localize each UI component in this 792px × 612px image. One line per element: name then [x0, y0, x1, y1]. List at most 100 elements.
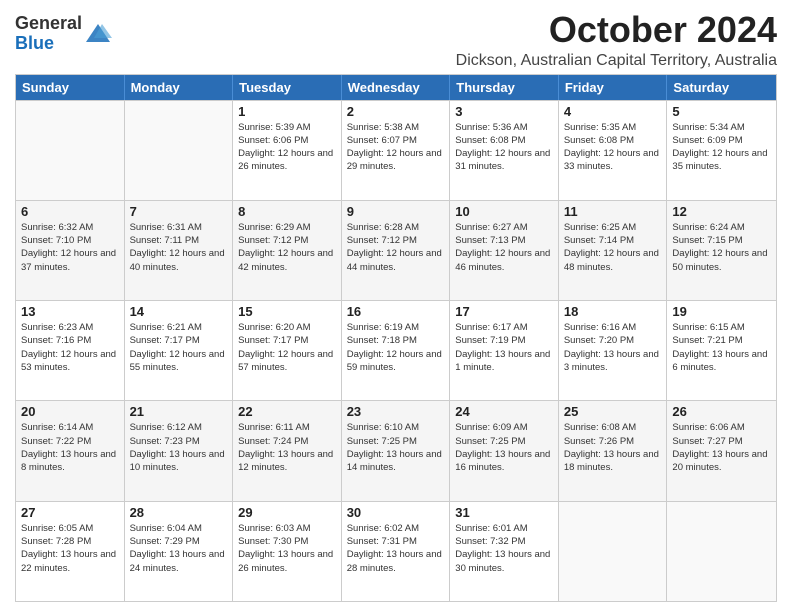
day-info: Sunrise: 6:04 AM Sunset: 7:29 PM Dayligh… — [130, 522, 228, 575]
day-info: Sunrise: 6:05 AM Sunset: 7:28 PM Dayligh… — [21, 522, 119, 575]
calendar-row-3: 20 Sunrise: 6:14 AM Sunset: 7:22 PM Dayli… — [16, 400, 776, 500]
day-info: Sunrise: 5:39 AM Sunset: 6:06 PM Dayligh… — [238, 121, 336, 174]
day-number: 22 — [238, 404, 336, 419]
header-monday: Monday — [125, 75, 234, 100]
day-cell-3: 3Sunrise: 5:36 AM Sunset: 6:08 PM Daylig… — [450, 101, 559, 200]
day-cell-30: 30 Sunrise: 6:02 AM Sunset: 7:31 PM Dayli… — [342, 502, 451, 601]
day-info: Sunrise: 6:14 AM Sunset: 7:22 PM Dayligh… — [21, 421, 119, 474]
day-info: Sunrise: 6:12 AM Sunset: 7:23 PM Dayligh… — [130, 421, 228, 474]
logo: General Blue — [15, 14, 112, 54]
day-info: Sunrise: 6:01 AM Sunset: 7:32 PM Dayligh… — [455, 522, 553, 575]
day-cell-19: 19 Sunrise: 6:15 AM Sunset: 7:21 PM Dayli… — [667, 301, 776, 400]
day-cell-21: 21Sunrise: 6:12 AM Sunset: 7:23 PM Dayli… — [125, 401, 234, 500]
day-cell-8: 8 Sunrise: 6:29 AM Sunset: 7:12 PM Daylig… — [233, 201, 342, 300]
day-number: 26 — [672, 404, 771, 419]
page: General Blue October 2024 Dickson, Austr… — [0, 0, 792, 612]
calendar-row-2: 13 Sunrise: 6:23 AM Sunset: 7:16 PM Dayli… — [16, 300, 776, 400]
day-number: 7 — [130, 204, 228, 219]
day-info: Sunrise: 6:02 AM Sunset: 7:31 PM Dayligh… — [347, 522, 445, 575]
day-number: 4 — [564, 104, 662, 119]
day-number: 25 — [564, 404, 662, 419]
day-info: Sunrise: 6:32 AM Sunset: 7:10 PM Dayligh… — [21, 221, 119, 274]
day-number: 3 — [455, 104, 553, 119]
day-cell-27: 27 Sunrise: 6:05 AM Sunset: 7:28 PM Dayli… — [16, 502, 125, 601]
day-cell-2: 2 Sunrise: 5:38 AM Sunset: 6:07 PM Daylig… — [342, 101, 451, 200]
day-number: 1 — [238, 104, 336, 119]
day-info: Sunrise: 6:19 AM Sunset: 7:18 PM Dayligh… — [347, 321, 445, 374]
day-info: Sunrise: 6:29 AM Sunset: 7:12 PM Dayligh… — [238, 221, 336, 274]
day-number: 19 — [672, 304, 771, 319]
day-cell-26: 26 Sunrise: 6:06 AM Sunset: 7:27 PM Dayli… — [667, 401, 776, 500]
day-cell-15: 15Sunrise: 6:20 AM Sunset: 7:17 PM Dayli… — [233, 301, 342, 400]
day-info: Sunrise: 6:31 AM Sunset: 7:11 PM Dayligh… — [130, 221, 228, 274]
header-saturday: Saturday — [667, 75, 776, 100]
day-info: Sunrise: 6:15 AM Sunset: 7:21 PM Dayligh… — [672, 321, 771, 374]
day-number: 24 — [455, 404, 553, 419]
day-cell-10: 10Sunrise: 6:27 AM Sunset: 7:13 PM Dayli… — [450, 201, 559, 300]
day-cell-1: 1 Sunrise: 5:39 AM Sunset: 6:06 PM Daylig… — [233, 101, 342, 200]
day-number: 2 — [347, 104, 445, 119]
day-info: Sunrise: 6:28 AM Sunset: 7:12 PM Dayligh… — [347, 221, 445, 274]
empty-cell — [559, 502, 668, 601]
day-cell-13: 13 Sunrise: 6:23 AM Sunset: 7:16 PM Dayli… — [16, 301, 125, 400]
day-number: 11 — [564, 204, 662, 219]
day-number: 5 — [672, 104, 771, 119]
header: General Blue October 2024 Dickson, Austr… — [15, 10, 777, 70]
day-info: Sunrise: 6:08 AM Sunset: 7:26 PM Dayligh… — [564, 421, 662, 474]
day-number: 28 — [130, 505, 228, 520]
day-number: 8 — [238, 204, 336, 219]
day-number: 23 — [347, 404, 445, 419]
day-info: Sunrise: 6:24 AM Sunset: 7:15 PM Dayligh… — [672, 221, 771, 274]
calendar-row-4: 27 Sunrise: 6:05 AM Sunset: 7:28 PM Dayli… — [16, 501, 776, 601]
empty-cell — [667, 502, 776, 601]
day-number: 17 — [455, 304, 553, 319]
day-info: Sunrise: 5:38 AM Sunset: 6:07 PM Dayligh… — [347, 121, 445, 174]
empty-cell — [16, 101, 125, 200]
day-cell-4: 4Sunrise: 5:35 AM Sunset: 6:08 PM Daylig… — [559, 101, 668, 200]
day-cell-12: 12Sunrise: 6:24 AM Sunset: 7:15 PM Dayli… — [667, 201, 776, 300]
day-info: Sunrise: 6:23 AM Sunset: 7:16 PM Dayligh… — [21, 321, 119, 374]
day-cell-9: 9Sunrise: 6:28 AM Sunset: 7:12 PM Daylig… — [342, 201, 451, 300]
day-number: 31 — [455, 505, 553, 520]
day-number: 18 — [564, 304, 662, 319]
day-number: 14 — [130, 304, 228, 319]
month-title: October 2024 — [456, 10, 777, 50]
day-cell-16: 16 Sunrise: 6:19 AM Sunset: 7:18 PM Dayli… — [342, 301, 451, 400]
day-cell-7: 7 Sunrise: 6:31 AM Sunset: 7:11 PM Daylig… — [125, 201, 234, 300]
day-info: Sunrise: 5:34 AM Sunset: 6:09 PM Dayligh… — [672, 121, 771, 174]
day-cell-31: 31 Sunrise: 6:01 AM Sunset: 7:32 PM Dayli… — [450, 502, 559, 601]
day-number: 16 — [347, 304, 445, 319]
day-info: Sunrise: 6:27 AM Sunset: 7:13 PM Dayligh… — [455, 221, 553, 274]
day-cell-18: 18Sunrise: 6:16 AM Sunset: 7:20 PM Dayli… — [559, 301, 668, 400]
day-info: Sunrise: 6:25 AM Sunset: 7:14 PM Dayligh… — [564, 221, 662, 274]
logo-text: General Blue — [15, 14, 82, 54]
location-title: Dickson, Australian Capital Territory, A… — [456, 52, 777, 70]
calendar-row-0: 1 Sunrise: 5:39 AM Sunset: 6:06 PM Daylig… — [16, 100, 776, 200]
day-info: Sunrise: 6:20 AM Sunset: 7:17 PM Dayligh… — [238, 321, 336, 374]
day-number: 27 — [21, 505, 119, 520]
logo-icon — [84, 20, 112, 48]
day-info: Sunrise: 6:10 AM Sunset: 7:25 PM Dayligh… — [347, 421, 445, 474]
day-info: Sunrise: 6:21 AM Sunset: 7:17 PM Dayligh… — [130, 321, 228, 374]
day-info: Sunrise: 6:11 AM Sunset: 7:24 PM Dayligh… — [238, 421, 336, 474]
header-wednesday: Wednesday — [342, 75, 451, 100]
day-cell-22: 22 Sunrise: 6:11 AM Sunset: 7:24 PM Dayli… — [233, 401, 342, 500]
day-number: 20 — [21, 404, 119, 419]
day-info: Sunrise: 6:17 AM Sunset: 7:19 PM Dayligh… — [455, 321, 553, 374]
calendar-body: 1 Sunrise: 5:39 AM Sunset: 6:06 PM Daylig… — [16, 100, 776, 601]
day-info: Sunrise: 6:03 AM Sunset: 7:30 PM Dayligh… — [238, 522, 336, 575]
day-cell-11: 11 Sunrise: 6:25 AM Sunset: 7:14 PM Dayli… — [559, 201, 668, 300]
day-number: 13 — [21, 304, 119, 319]
day-cell-6: 6 Sunrise: 6:32 AM Sunset: 7:10 PM Daylig… — [16, 201, 125, 300]
day-cell-24: 24Sunrise: 6:09 AM Sunset: 7:25 PM Dayli… — [450, 401, 559, 500]
day-info: Sunrise: 6:06 AM Sunset: 7:27 PM Dayligh… — [672, 421, 771, 474]
calendar-row-1: 6 Sunrise: 6:32 AM Sunset: 7:10 PM Daylig… — [16, 200, 776, 300]
day-cell-23: 23 Sunrise: 6:10 AM Sunset: 7:25 PM Dayli… — [342, 401, 451, 500]
title-block: October 2024 Dickson, Australian Capital… — [456, 10, 777, 70]
logo-blue: Blue — [15, 33, 54, 53]
calendar-header: Sunday Monday Tuesday Wednesday Thursday… — [16, 75, 776, 100]
logo-general: General — [15, 13, 82, 33]
header-tuesday: Tuesday — [233, 75, 342, 100]
day-number: 6 — [21, 204, 119, 219]
day-number: 30 — [347, 505, 445, 520]
